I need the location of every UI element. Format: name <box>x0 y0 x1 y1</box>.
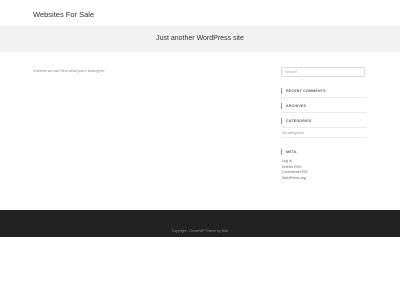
search-input[interactable] <box>281 67 365 77</box>
recent-comments-heading: RECENT COMMENTS <box>281 88 367 94</box>
widget-divider <box>281 127 367 128</box>
meta-link-comments-rss[interactable]: Comments RSS <box>282 170 308 176</box>
categories-heading: CATEGORIES <box>281 118 367 124</box>
tagline-band: Just another WordPress site <box>0 26 400 52</box>
archives-heading: ARCHIVES <box>281 103 367 109</box>
footer-copyright: Copyright - OceanWP Theme by Nick <box>171 229 229 233</box>
site-footer: Copyright - OceanWP Theme by Nick <box>0 210 400 237</box>
site-header: Websites For Sale <box>0 0 400 26</box>
meta-link-wordpress-org[interactable]: WordPress.org <box>282 176 308 182</box>
not-found-message: It seems we can't find what you're looki… <box>33 69 106 73</box>
widget-divider <box>281 112 367 113</box>
site-title-link[interactable]: Websites For Sale <box>33 10 94 19</box>
site-tagline: Just another WordPress site <box>156 35 244 42</box>
widget-divider <box>281 97 367 98</box>
meta-links-list: Log in Entries RSS Comments RSS WordPres… <box>282 159 308 181</box>
meta-heading: META <box>281 149 367 155</box>
no-categories-text: No categories <box>282 131 305 135</box>
widget-divider <box>281 137 367 138</box>
